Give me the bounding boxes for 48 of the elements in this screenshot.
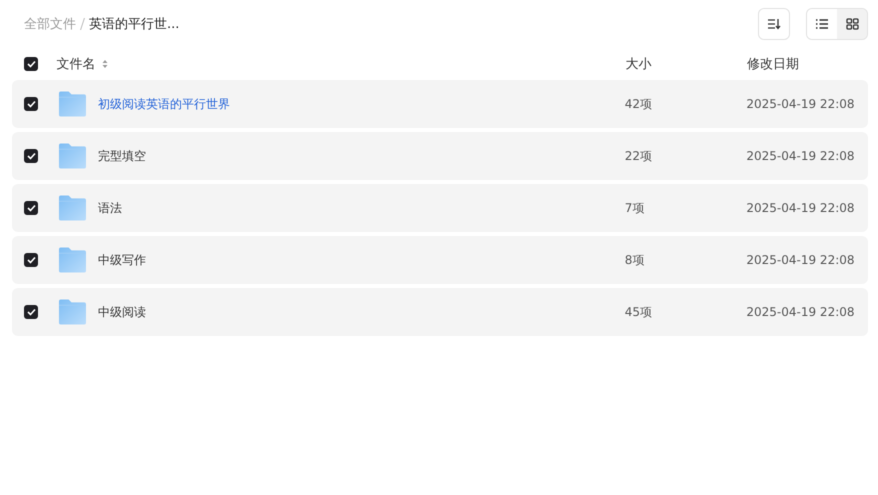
check-icon (26, 256, 36, 264)
file-row[interactable]: 中级阅读 45项 2025-04-19 22:08 (12, 288, 868, 336)
item-count: 45项 (624, 304, 652, 318)
folder-name[interactable]: 初级阅读英语的平行世界 (98, 96, 230, 112)
sort-button[interactable] (758, 8, 790, 40)
folder-name[interactable]: 中级写作 (98, 252, 146, 268)
select-all-checkbox[interactable] (24, 57, 38, 71)
modified-date: 2025-04-19 22:08 (746, 97, 855, 111)
item-count: 7项 (624, 200, 644, 214)
folder-icon (58, 194, 87, 222)
column-header[interactable]: 文件名 (56, 55, 96, 73)
row-checkbox[interactable] (24, 97, 38, 111)
item-count: 22项 (624, 148, 652, 162)
folder-icon (58, 298, 87, 326)
check-icon (26, 204, 36, 212)
sort-icon (767, 18, 781, 30)
modified-date: 2025-04-19 22:08 (746, 253, 855, 267)
modified-date: 2025-04-19 22:08 (746, 305, 855, 319)
check-icon (26, 60, 36, 68)
check-icon (26, 100, 36, 108)
file-row[interactable]: 完型填空 22项 2025-04-19 22:08 (12, 132, 868, 180)
grid-icon (846, 18, 858, 30)
folder-icon (58, 142, 87, 170)
breadcrumb-item: 英语的平行世... (89, 16, 180, 33)
check-icon (26, 152, 36, 160)
list-icon (815, 18, 829, 30)
column-header[interactable]: 修改日期 (746, 57, 799, 72)
breadcrumb-separator (80, 18, 85, 30)
folder-name[interactable]: 完型填空 (98, 148, 146, 164)
item-count: 8项 (624, 252, 644, 266)
folder-name[interactable]: 中级阅读 (98, 304, 146, 320)
modified-date: 2025-04-19 22:08 (746, 149, 855, 163)
list-view-button[interactable] (807, 9, 837, 39)
modified-date: 2025-04-19 22:08 (746, 201, 855, 215)
file-row[interactable]: 语法 7项 2025-04-19 22:08 (12, 184, 868, 232)
check-icon (26, 308, 36, 316)
sort-arrows-icon (102, 59, 108, 69)
file-row[interactable]: 初级阅读英语的平行世界 42项 2025-04-19 22:08 (12, 80, 868, 128)
folder-icon (58, 90, 87, 118)
row-checkbox[interactable] (24, 201, 38, 215)
item-count: 42项 (624, 96, 652, 110)
row-checkbox[interactable] (24, 253, 38, 267)
folder-name[interactable]: 语法 (98, 200, 122, 216)
file-row[interactable]: 中级写作 8项 2025-04-19 22:08 (12, 236, 868, 284)
row-checkbox[interactable] (24, 149, 38, 163)
row-checkbox[interactable] (24, 305, 38, 319)
column-header[interactable]: 大小 (626, 57, 652, 72)
folder-icon (58, 246, 87, 274)
